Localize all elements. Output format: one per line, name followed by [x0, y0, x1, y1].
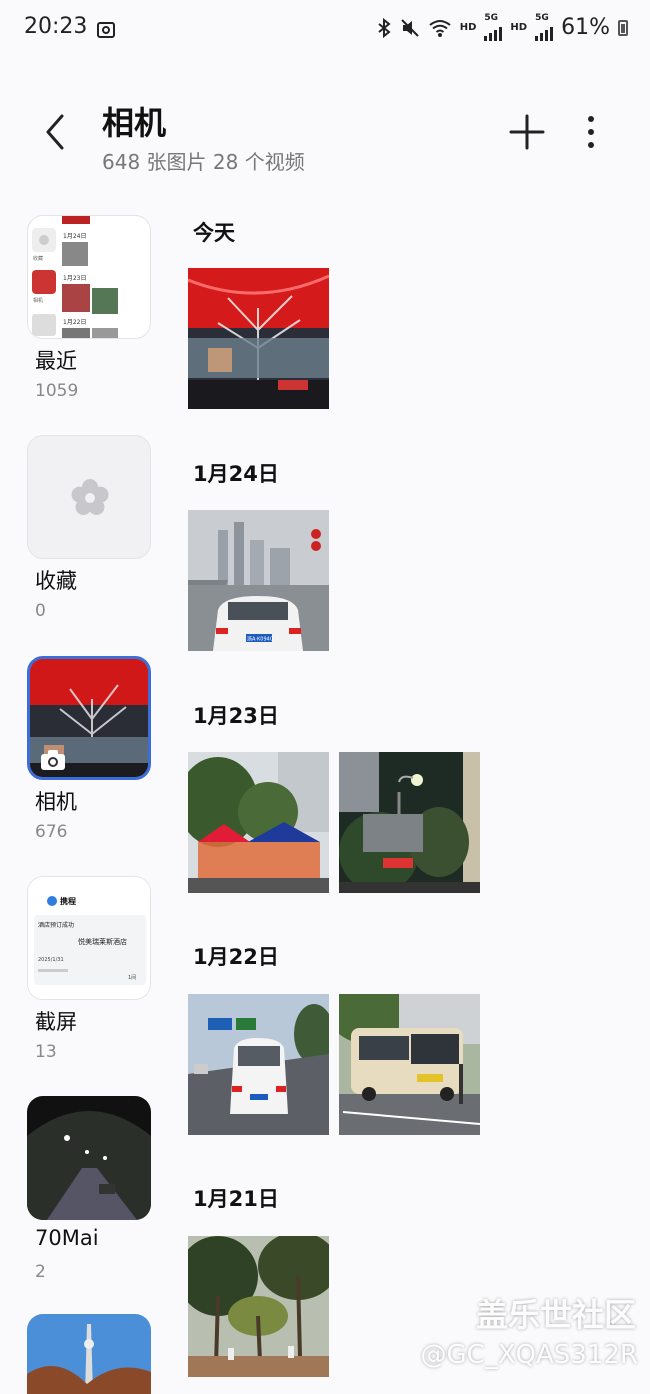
license-plate: 浙A·K0940 [247, 636, 273, 643]
wifi-icon [429, 19, 451, 37]
screenshot-preview-date: 2025/1/31 [38, 957, 64, 963]
signal-icon [535, 23, 554, 41]
watermark-user: @GC_XQAS312R [420, 1340, 638, 1370]
photo-thumbnail[interactable]: 浙A·K0940 [188, 510, 329, 651]
album-count: 2 [35, 1262, 46, 1282]
album-name: 相机 [35, 790, 77, 814]
watermark-title: 盖乐世社区 [475, 1296, 636, 1334]
date-header: 1月23日 [193, 704, 279, 728]
album-count: 1059 [35, 381, 79, 401]
screenshot-preview-line: 酒店预订成功 [38, 921, 74, 929]
status-time: 20:23 [24, 14, 88, 39]
recent-preview-label: 相机 [33, 297, 43, 304]
add-icon[interactable] [508, 113, 546, 151]
album-thumbnail[interactable] [27, 656, 151, 780]
recent-preview-date: 1月22日 [63, 319, 86, 326]
mute-icon [401, 18, 419, 37]
recent-preview-date: 1月23日 [63, 275, 86, 282]
photo-thumbnail[interactable] [339, 994, 480, 1135]
minibus-photo [339, 994, 480, 1135]
album-count: 13 [35, 1042, 57, 1062]
album-thumbnail[interactable] [27, 1314, 151, 1394]
screen-record-icon [97, 22, 115, 38]
tents-photo [188, 752, 329, 893]
screenshot-preview-line: 1间 [128, 974, 136, 981]
date-header: 1月24日 [193, 462, 279, 486]
date-header: 1月22日 [193, 945, 279, 969]
album-count: 0 [35, 601, 46, 621]
red-canopy-street-photo [188, 268, 329, 409]
flower-icon [71, 479, 109, 515]
page-title: 相机 [102, 104, 167, 142]
network-type-label: 5G [484, 13, 499, 23]
network-type-label: 5G [535, 13, 549, 23]
album-name: 收藏 [35, 569, 77, 593]
album-screenshots[interactable]: 携程 酒店预订成功 悦美瑞莱斯酒店 2025/1/31 1间 截屏 13 [27, 876, 151, 1062]
signal-icon [484, 23, 503, 41]
album-summary: 648 张图片 28 个视频 [102, 150, 305, 174]
recent-preview-label: 收藏 [33, 255, 43, 262]
album-name: 70Mai [35, 1226, 99, 1250]
photo-thumbnail[interactable] [188, 268, 329, 409]
screenshot-preview-app: 携程 [60, 896, 76, 906]
trees-photo [188, 1236, 329, 1377]
tunnel-photo [27, 1096, 151, 1220]
recent-preview-date: 1月24日 [63, 233, 86, 240]
bluetooth-icon [378, 17, 391, 38]
date-header: 今天 [193, 221, 235, 245]
photo-thumbnail[interactable] [339, 752, 480, 893]
battery-icon [618, 19, 628, 36]
photo-thumbnail[interactable] [188, 1236, 329, 1377]
date-header: 1月21日 [193, 1187, 279, 1211]
album-name: 截屏 [35, 1010, 77, 1034]
battery-percent: 61% [561, 15, 610, 40]
recent-album-preview: 1月24日 1月23日 1月22日 收藏 相机 [32, 216, 118, 338]
album-recent[interactable]: 1月24日 1月23日 1月22日 收藏 相机 最近 1059 [27, 215, 151, 401]
more-options-icon[interactable] [580, 114, 602, 150]
album-thumbnail[interactable] [27, 1096, 151, 1220]
street-sign-photo [339, 752, 480, 893]
album-thumbnail[interactable]: 1月24日 1月23日 1月22日 收藏 相机 [27, 215, 151, 339]
back-arrow-icon[interactable] [36, 112, 76, 152]
album-70mai[interactable]: 70Mai 2 [27, 1096, 151, 1282]
album-name: 最近 [35, 349, 77, 373]
camera-icon [41, 750, 65, 770]
screenshot-album-cover: 携程 酒店预订成功 悦美瑞莱斯酒店 2025/1/31 1间 [28, 877, 150, 999]
album-count: 676 [35, 822, 68, 842]
album-partial[interactable] [27, 1314, 151, 1394]
hd-label: HD [510, 22, 528, 33]
album-favorites[interactable]: 收藏 0 [27, 435, 151, 621]
photo-thumbnail[interactable] [188, 994, 329, 1135]
photo-thumbnail[interactable] [188, 752, 329, 893]
car-city-photo: 浙A·K0940 [188, 510, 329, 651]
screenshot-preview-hotel: 悦美瑞莱斯酒店 [78, 937, 127, 946]
album-thumbnail[interactable]: 携程 酒店预订成功 悦美瑞莱斯酒店 2025/1/31 1间 [27, 876, 151, 1000]
album-thumbnail[interactable] [27, 435, 151, 559]
status-icons: HD 5G HD 5G 61% [376, 14, 628, 41]
tower-photo [27, 1314, 151, 1394]
white-suv-photo [188, 994, 329, 1135]
hd-label: HD [459, 22, 477, 33]
album-camera[interactable]: 相机 676 [27, 656, 151, 842]
